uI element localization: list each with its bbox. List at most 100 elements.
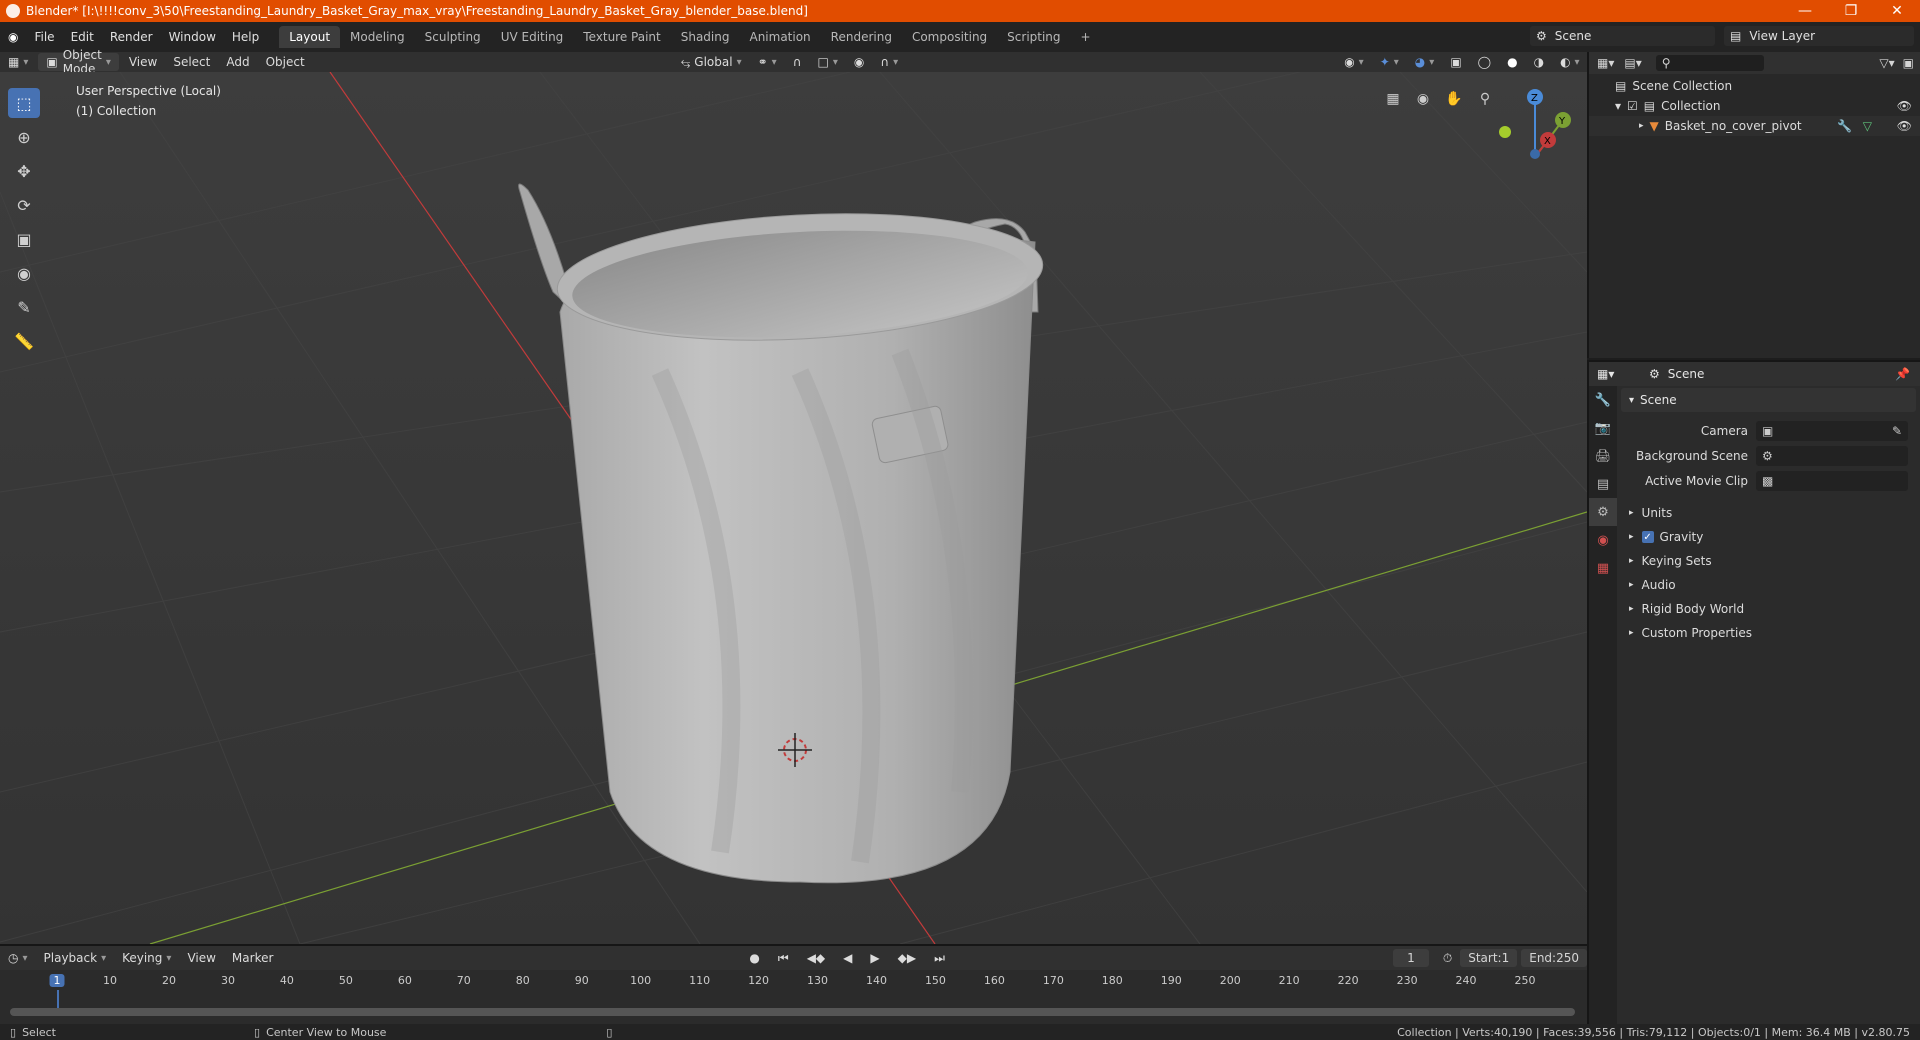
outliner-row-collection[interactable]: ▾ ☑ ▤ Collection 👁: [1589, 96, 1920, 116]
tab-rendering[interactable]: Rendering: [821, 26, 902, 48]
view-layer-selector[interactable]: ▤ View Layer: [1724, 26, 1914, 46]
zoom-icon[interactable]: ⚲: [1472, 86, 1498, 112]
scene-panel-header[interactable]: ▾ Scene: [1621, 388, 1916, 412]
blender-menu-icon[interactable]: ◉: [0, 30, 26, 44]
menu-window[interactable]: Window: [161, 30, 224, 44]
close-icon[interactable]: ✕: [1874, 0, 1920, 22]
add-workspace-icon[interactable]: +: [1071, 26, 1101, 48]
menu-keying[interactable]: Keying ▾: [114, 949, 179, 967]
end-frame-field[interactable]: End: 250: [1521, 949, 1587, 967]
output-tab-icon[interactable]: 🖨: [1589, 442, 1617, 470]
current-frame-field[interactable]: 1: [1392, 949, 1429, 967]
tab-compositing[interactable]: Compositing: [902, 26, 997, 48]
outliner-row-object[interactable]: ▸ ▼ Basket_no_cover_pivot 🔧 ▽ 👁: [1589, 116, 1920, 136]
shading-solid-icon[interactable]: ●: [1499, 53, 1525, 71]
orientation-dropdown[interactable]: ⥃ Global ▾: [673, 53, 750, 71]
rotate-icon[interactable]: ⟳: [8, 190, 40, 220]
menu-select[interactable]: Select: [165, 53, 218, 71]
frame-ruler[interactable]: 1 10 20 30 40 50 60 70 80 90 100 110 120 130 140 150 160…: [0, 970, 1587, 1012]
menu-object[interactable]: Object: [258, 53, 313, 71]
proportional-edit-icon[interactable]: ◉: [846, 53, 872, 71]
subpanel-keying-sets[interactable]: ▸ Keying Sets: [1621, 549, 1916, 573]
background-scene-field[interactable]: ⚙: [1756, 445, 1908, 466]
subpanel-custom-properties[interactable]: ▸ Custom Properties: [1621, 621, 1916, 645]
start-frame-field[interactable]: Start: 1: [1460, 949, 1518, 967]
mesh-data-icon[interactable]: ▽: [1863, 119, 1872, 133]
play-icon[interactable]: ▶: [862, 949, 887, 967]
ortho-toggle-icon[interactable]: ▦: [1380, 86, 1406, 112]
subpanel-gravity[interactable]: ▸ ✓ Gravity: [1621, 525, 1916, 549]
minimize-icon[interactable]: —: [1782, 0, 1828, 22]
prev-keyframe-icon[interactable]: ◀◆: [799, 949, 833, 967]
menu-marker[interactable]: Marker: [224, 949, 281, 967]
3d-viewport[interactable]: Z Y X User Perspective (Local) (1) Colle…: [0, 72, 1587, 944]
menu-timeline-view[interactable]: View: [179, 949, 223, 967]
camera-field[interactable]: ▣ ✎: [1756, 420, 1908, 441]
properties-editor-icon[interactable]: ▦▾: [1597, 367, 1614, 381]
measure-icon[interactable]: 📏: [8, 326, 40, 356]
menu-edit[interactable]: Edit: [63, 30, 102, 44]
filter-icon[interactable]: ▽▾: [1879, 56, 1894, 70]
visibility-icon[interactable]: ◉ ▾: [1336, 53, 1372, 71]
falloff-icon[interactable]: ∩ ▾: [872, 53, 906, 71]
scale-icon[interactable]: ▣: [8, 224, 40, 254]
eye-icon[interactable]: 👁: [1897, 99, 1912, 113]
timeline-scrollbar[interactable]: [10, 1008, 1575, 1016]
view-layer-tab-icon[interactable]: ▤: [1589, 470, 1617, 498]
pin-icon[interactable]: 📌: [1895, 367, 1910, 381]
restore-icon[interactable]: ❐: [1828, 0, 1874, 22]
movie-clip-field[interactable]: ▩: [1756, 470, 1908, 491]
collapse-arrow-icon[interactable]: ▸: [1639, 121, 1644, 131]
texture-tab-icon[interactable]: ▦: [1589, 554, 1617, 582]
world-tab-icon[interactable]: ◉: [1589, 526, 1617, 554]
gravity-checkbox-icon[interactable]: ✓: [1641, 531, 1654, 543]
snap-target-icon[interactable]: □ ▾: [810, 53, 846, 71]
overlay-toggle-icon[interactable]: ◕ ▾: [1407, 53, 1443, 71]
checkbox-icon[interactable]: ☑: [1627, 99, 1638, 113]
tab-shading[interactable]: Shading: [671, 26, 740, 48]
shading-rendered-icon[interactable]: ◐ ▾: [1552, 53, 1588, 71]
record-icon[interactable]: ●: [741, 949, 767, 967]
gizmo-neg-z[interactable]: [1530, 149, 1540, 159]
gizmo-neg-y[interactable]: [1499, 126, 1511, 138]
eyedropper-icon[interactable]: ✎: [1892, 424, 1902, 438]
move-icon[interactable]: ✥: [8, 156, 40, 186]
timeline-editor-icon[interactable]: ◷ ▾: [0, 949, 36, 967]
object-eye-icon[interactable]: 👁: [1897, 119, 1912, 133]
render-tab-icon[interactable]: 📷: [1589, 414, 1617, 442]
subpanel-audio[interactable]: ▸ Audio: [1621, 573, 1916, 597]
tab-modeling[interactable]: Modeling: [340, 26, 415, 48]
camera-view-icon[interactable]: ◉: [1410, 86, 1436, 112]
scene-tab-icon[interactable]: ⚙: [1589, 498, 1617, 526]
outliner-editor-icon[interactable]: ▦▾: [1597, 56, 1614, 70]
menu-playback[interactable]: Playback ▾: [36, 949, 115, 967]
pivot-icon[interactable]: ⚭ ▾: [750, 53, 785, 71]
tab-uv-editing[interactable]: UV Editing: [491, 26, 574, 48]
modifier-wrench-icon[interactable]: 🔧: [1837, 119, 1852, 133]
tool-tab-icon[interactable]: 🔧: [1589, 386, 1617, 414]
annotate-icon[interactable]: ✎: [8, 292, 40, 322]
gizmo-toggle-icon[interactable]: ✦ ▾: [1372, 53, 1407, 71]
tab-sculpting[interactable]: Sculpting: [415, 26, 491, 48]
xray-icon[interactable]: ▣: [1442, 53, 1469, 71]
stopwatch-icon[interactable]: ⏱: [1435, 949, 1460, 967]
display-mode-icon[interactable]: ▤▾: [1624, 56, 1641, 70]
pan-hand-icon[interactable]: ✋: [1441, 86, 1467, 112]
new-collection-icon[interactable]: ▣: [1903, 56, 1914, 70]
jump-end-icon[interactable]: ⏭: [926, 949, 953, 967]
menu-render[interactable]: Render: [102, 30, 161, 44]
tab-animation[interactable]: Animation: [739, 26, 820, 48]
tab-scripting[interactable]: Scripting: [997, 26, 1070, 48]
next-keyframe-icon[interactable]: ◆▶: [890, 949, 924, 967]
tab-texture-paint[interactable]: Texture Paint: [573, 26, 670, 48]
mode-dropdown[interactable]: ▣ Object Mode ▾: [38, 48, 119, 76]
shading-wireframe-icon[interactable]: ◯: [1470, 53, 1499, 71]
subpanel-units[interactable]: ▸ Units: [1621, 501, 1916, 525]
snap-icon[interactable]: ∩: [785, 53, 810, 71]
select-box-icon[interactable]: ⬚: [8, 88, 40, 118]
expand-arrow-icon[interactable]: ▾: [1615, 99, 1621, 113]
menu-help[interactable]: Help: [224, 30, 267, 44]
outliner-search-input[interactable]: ⚲: [1655, 55, 1764, 71]
cursor-icon[interactable]: ⊕: [8, 122, 40, 152]
menu-file[interactable]: File: [26, 30, 62, 44]
